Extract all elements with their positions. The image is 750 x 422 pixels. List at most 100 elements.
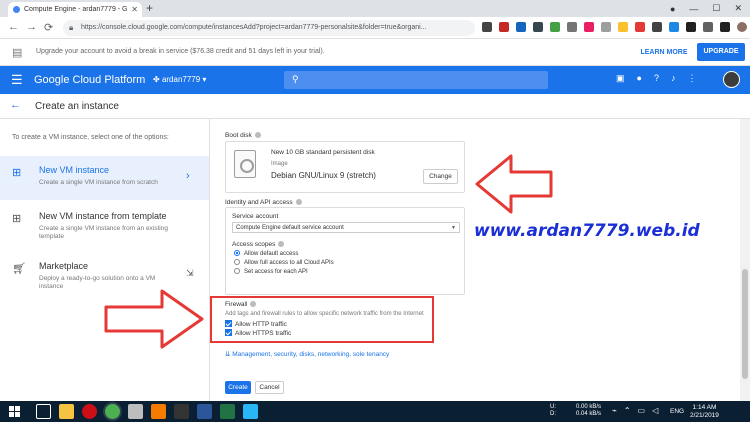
word-icon[interactable] — [197, 404, 212, 419]
volume-icon[interactable]: ◁ — [652, 406, 658, 415]
scope-radio-full[interactable]: Allow full access to all Cloud APIs — [234, 259, 334, 266]
battery-icon[interactable]: ▭ — [638, 406, 646, 415]
chevron-right-icon: › — [186, 170, 190, 182]
excel-icon[interactable] — [220, 404, 235, 419]
scope-radio-default[interactable]: Allow default access — [234, 250, 298, 257]
project-selector[interactable]: ✤ ardan7779 ▾ — [153, 75, 206, 84]
scope-radio-each[interactable]: Set access for each API — [234, 268, 308, 275]
page-header: ← Create an instance — [0, 94, 750, 119]
template-icon: ⊞ — [12, 213, 22, 225]
scrollbar-thumb[interactable] — [742, 269, 748, 379]
app-icon[interactable] — [151, 404, 166, 419]
extension-icon[interactable] — [703, 22, 713, 32]
maximize-icon[interactable]: ☐ — [712, 3, 720, 14]
extension-icon[interactable] — [533, 22, 543, 32]
search-input[interactable]: ⚲ — [284, 71, 548, 89]
opera-icon[interactable] — [82, 404, 97, 419]
app-icon[interactable] — [128, 404, 143, 419]
disk-description: New 10 GB standard persistent disk — [271, 149, 375, 156]
more-options-icon[interactable]: ⋮ — [687, 73, 696, 84]
image-name: Debian GNU/Linux 9 (stretch) — [271, 171, 376, 180]
firewall-desc: Add tags and firewall rules to allow spe… — [225, 311, 424, 317]
windows-start-icon[interactable] — [9, 406, 20, 417]
allow-https-checkbox[interactable]: Allow HTTPS traffic — [225, 329, 291, 337]
extension-icon[interactable] — [669, 22, 679, 32]
management-security-link[interactable]: ⇊ Management, security, disks, networkin… — [225, 350, 389, 358]
option-vm-from-template[interactable]: ⊞ New VM instance from template Create a… — [0, 202, 209, 246]
browser-tab[interactable]: Compute Engine - ardan7779 - G ✕ — [8, 2, 142, 17]
extension-icon[interactable] — [482, 22, 492, 32]
access-scopes-label: Access scopes — [232, 241, 285, 248]
extension-icon[interactable] — [584, 22, 594, 32]
taskbar-apps — [36, 404, 258, 419]
help-icon[interactable] — [254, 132, 261, 139]
notifications-icon[interactable]: ♪ — [671, 73, 676, 84]
extension-icon[interactable] — [720, 22, 730, 32]
option-new-vm-instance[interactable]: ⊞ New VM instance Create a single VM ins… — [0, 156, 209, 200]
external-link-icon: ⇲ — [186, 268, 194, 278]
gcp-header: ☰ Google Cloud Platform ✤ ardan7779 ▾ ⚲ … — [0, 66, 750, 94]
back-arrow-icon[interactable]: ← — [10, 99, 21, 111]
language-indicator[interactable]: ENG — [670, 408, 684, 415]
page-scrollbar[interactable] — [740, 119, 750, 401]
chrome-icon[interactable] — [105, 404, 120, 419]
file-explorer-icon[interactable] — [59, 404, 74, 419]
back-arrow-icon[interactable]: ← — [8, 21, 19, 33]
cloud-shell-icon[interactable]: ▣ — [616, 73, 625, 84]
profile-avatar-icon[interactable] — [737, 22, 747, 32]
extension-icon[interactable] — [516, 22, 526, 32]
header-icons: ▣ ● ? ♪ ⋮ — [616, 73, 696, 84]
extension-icon[interactable] — [499, 22, 509, 32]
window-controls: ● — ☐ ✕ — [670, 0, 750, 17]
learn-more-button[interactable]: LEARN MORE — [638, 45, 690, 61]
profile-icon[interactable]: ● — [670, 4, 675, 14]
reload-icon[interactable]: ⟳ — [44, 21, 53, 34]
boot-disk-card: New 10 GB standard persistent disk Image… — [225, 141, 465, 193]
extension-icon[interactable] — [618, 22, 628, 32]
change-boot-disk-button[interactable]: Change — [423, 169, 458, 184]
help-icon[interactable]: ? — [654, 73, 659, 84]
upgrade-button[interactable]: UPGRADE — [697, 43, 745, 61]
help-icon[interactable] — [250, 301, 257, 308]
app-icon[interactable] — [243, 404, 258, 419]
net-speed: 0.00 kB/s 0.04 kB/s — [576, 404, 602, 417]
search-icon: ⚲ — [292, 74, 299, 84]
option-title: New VM instance from template — [39, 211, 167, 221]
close-tab-icon[interactable]: ✕ — [131, 5, 138, 14]
extension-icon[interactable] — [686, 22, 696, 32]
page-title: Create an instance — [35, 101, 119, 112]
extension-icon[interactable] — [601, 22, 611, 32]
account-avatar[interactable] — [723, 71, 740, 88]
clock[interactable]: 1:14 AM 2/21/2019 — [690, 404, 719, 420]
brand-title[interactable]: Google Cloud Platform — [34, 74, 145, 86]
watermark-text: www.ardan7779.web.id — [474, 221, 700, 241]
option-title: Marketplace — [39, 261, 89, 271]
task-view-icon[interactable] — [36, 404, 51, 419]
feedback-icon[interactable]: ● — [637, 73, 642, 84]
minimize-icon[interactable]: — — [689, 4, 698, 14]
close-window-icon[interactable]: ✕ — [734, 3, 742, 14]
service-account-select[interactable]: Compute Engine default service account ▼ — [232, 222, 460, 233]
create-button[interactable]: Create — [225, 381, 251, 394]
allow-http-checkbox[interactable]: Allow HTTP traffic — [225, 320, 287, 328]
hamburger-menu-icon[interactable]: ☰ — [11, 72, 23, 88]
project-name: ardan7779 — [161, 75, 201, 84]
help-icon[interactable] — [295, 199, 302, 206]
help-icon[interactable] — [278, 241, 285, 248]
extension-icon[interactable] — [652, 22, 662, 32]
extension-icon[interactable] — [567, 22, 577, 32]
cancel-button[interactable]: Cancel — [255, 381, 284, 394]
url-text: https://console.cloud.google.com/compute… — [81, 24, 427, 31]
app-icon[interactable] — [174, 404, 189, 419]
net-labels: U: D: — [550, 404, 556, 417]
extension-icon[interactable] — [550, 22, 560, 32]
url-input[interactable]: 🔒︎ https://console.cloud.google.com/comp… — [63, 20, 475, 36]
network-icon[interactable]: ⌁ — [612, 406, 617, 415]
gcp-favicon-icon — [13, 6, 20, 13]
image-label: Image — [271, 161, 288, 167]
chevron-up-icon[interactable]: ⌃ — [624, 406, 631, 415]
extension-icon[interactable] — [635, 22, 645, 32]
new-tab-icon[interactable]: + — [146, 1, 153, 15]
option-desc: Create a single VM instance from scratch — [39, 179, 158, 186]
forward-arrow-icon[interactable]: → — [26, 21, 37, 33]
